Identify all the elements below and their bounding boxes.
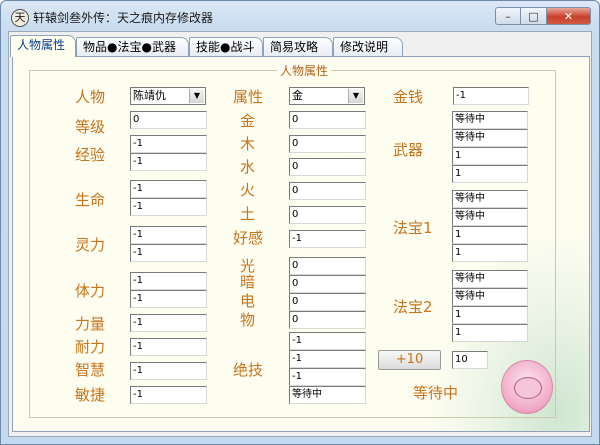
- level-field[interactable]: 0: [130, 111, 207, 129]
- fabao2-label: 法宝2: [393, 298, 433, 316]
- agility-label: 敏捷: [75, 386, 106, 404]
- wood-field[interactable]: 0: [289, 135, 366, 153]
- tab-items[interactable]: 物品●法宝●武器: [76, 37, 189, 56]
- attr-select[interactable]: 金 ▼: [289, 87, 365, 105]
- plus-ten-button[interactable]: +10: [378, 350, 441, 370]
- exp-label: 经验: [75, 146, 106, 164]
- elec-field[interactable]: 0: [289, 293, 366, 311]
- status-text: 等待中: [413, 384, 459, 402]
- stamina-field-1[interactable]: -1: [130, 272, 207, 290]
- plus-value-field[interactable]: 10: [452, 351, 488, 369]
- chevron-down-icon[interactable]: ▼: [189, 89, 204, 103]
- elec-label: 电: [240, 292, 256, 310]
- fire-label: 火: [240, 181, 256, 199]
- weapon-field-3[interactable]: 1: [452, 147, 528, 165]
- endurance-field[interactable]: -1: [130, 338, 207, 356]
- fabao2-field-3[interactable]: 1: [452, 306, 528, 324]
- weapon-label: 武器: [393, 141, 424, 159]
- water-label: 水: [240, 158, 256, 176]
- fabao2-field-2[interactable]: 等待中: [452, 288, 528, 306]
- water-field[interactable]: 0: [289, 158, 366, 176]
- window-title: 轩辕剑叁外传：天之痕内存修改器: [33, 11, 214, 25]
- metal-label: 金: [240, 112, 256, 130]
- level-label: 等级: [75, 118, 106, 136]
- money-label: 金钱: [393, 88, 424, 106]
- tab-skills[interactable]: 技能●战斗: [189, 37, 263, 56]
- skill-field-4[interactable]: 等待中: [289, 386, 366, 404]
- earth-field[interactable]: 0: [289, 206, 366, 224]
- fabao1-field-2[interactable]: 等待中: [452, 208, 528, 226]
- metal-field[interactable]: 0: [289, 111, 366, 129]
- wisdom-field[interactable]: -1: [130, 362, 207, 380]
- tab-character[interactable]: 人物属性: [10, 35, 76, 57]
- person-label: 人物: [75, 88, 106, 106]
- wisdom-label: 智慧: [75, 361, 106, 379]
- weapon-field-1[interactable]: 等待中: [452, 111, 528, 129]
- weapon-field-2[interactable]: 等待中: [452, 129, 528, 147]
- pig-face-icon: [514, 377, 542, 399]
- person-select[interactable]: 陈靖仇 ▼: [130, 87, 206, 105]
- favor-field[interactable]: -1: [289, 230, 366, 248]
- skill-label: 绝技: [233, 361, 264, 379]
- favor-label: 好感: [233, 229, 264, 247]
- dark-label: 暗: [240, 273, 256, 291]
- attr-select-value: 金: [292, 89, 303, 102]
- skill-field-3[interactable]: -1: [289, 368, 366, 386]
- fabao1-label: 法宝1: [393, 219, 433, 237]
- mp-label: 灵力: [75, 236, 106, 254]
- skill-field-2[interactable]: -1: [289, 350, 366, 368]
- person-select-value: 陈靖仇: [133, 89, 166, 102]
- hp-field-1[interactable]: -1: [130, 180, 207, 198]
- mp-field-1[interactable]: -1: [130, 226, 207, 244]
- exp-field-2[interactable]: -1: [130, 153, 207, 171]
- hp-label: 生命: [75, 191, 106, 209]
- light-field[interactable]: 0: [289, 257, 366, 275]
- stamina-label: 体力: [75, 282, 106, 300]
- group-title: 人物属性: [277, 62, 332, 79]
- fire-field[interactable]: 0: [289, 182, 366, 200]
- mp-field-2[interactable]: -1: [130, 244, 207, 262]
- strength-label: 力量: [75, 315, 106, 333]
- tab-guide[interactable]: 简易攻略: [263, 37, 333, 56]
- tab-help[interactable]: 修改说明: [333, 37, 403, 56]
- maximize-button[interactable]: □: [521, 7, 547, 25]
- money-field[interactable]: -1: [453, 87, 529, 105]
- fabao2-field-1[interactable]: 等待中: [452, 270, 528, 288]
- close-button[interactable]: ✕: [547, 7, 591, 25]
- endurance-label: 耐力: [75, 338, 106, 356]
- skill-field-1[interactable]: -1: [289, 332, 366, 350]
- pig-logo: [501, 360, 553, 414]
- minimize-button[interactable]: –: [495, 7, 521, 25]
- title-bar[interactable]: 天 轩辕剑叁外传：天之痕内存修改器 – □ ✕: [1, 1, 599, 31]
- agility-field[interactable]: -1: [130, 386, 207, 404]
- hp-field-2[interactable]: -1: [130, 198, 207, 216]
- exp-field-1[interactable]: -1: [130, 135, 207, 153]
- wood-label: 木: [240, 135, 256, 153]
- thing-field[interactable]: 0: [289, 311, 366, 329]
- earth-label: 土: [240, 205, 256, 223]
- stamina-field-2[interactable]: -1: [130, 290, 207, 308]
- weapon-field-4[interactable]: 1: [452, 165, 528, 183]
- chevron-down-icon[interactable]: ▼: [348, 89, 363, 103]
- fabao2-field-4[interactable]: 1: [452, 324, 528, 342]
- thing-label: 物: [240, 311, 256, 329]
- fabao1-field-3[interactable]: 1: [452, 226, 528, 244]
- app-icon[interactable]: 天: [11, 9, 29, 27]
- attr-label: 属性: [233, 88, 264, 106]
- fabao1-field-1[interactable]: 等待中: [452, 190, 528, 208]
- strength-field[interactable]: -1: [130, 314, 207, 332]
- fabao1-field-4[interactable]: 1: [452, 244, 528, 262]
- dark-field[interactable]: 0: [289, 275, 366, 293]
